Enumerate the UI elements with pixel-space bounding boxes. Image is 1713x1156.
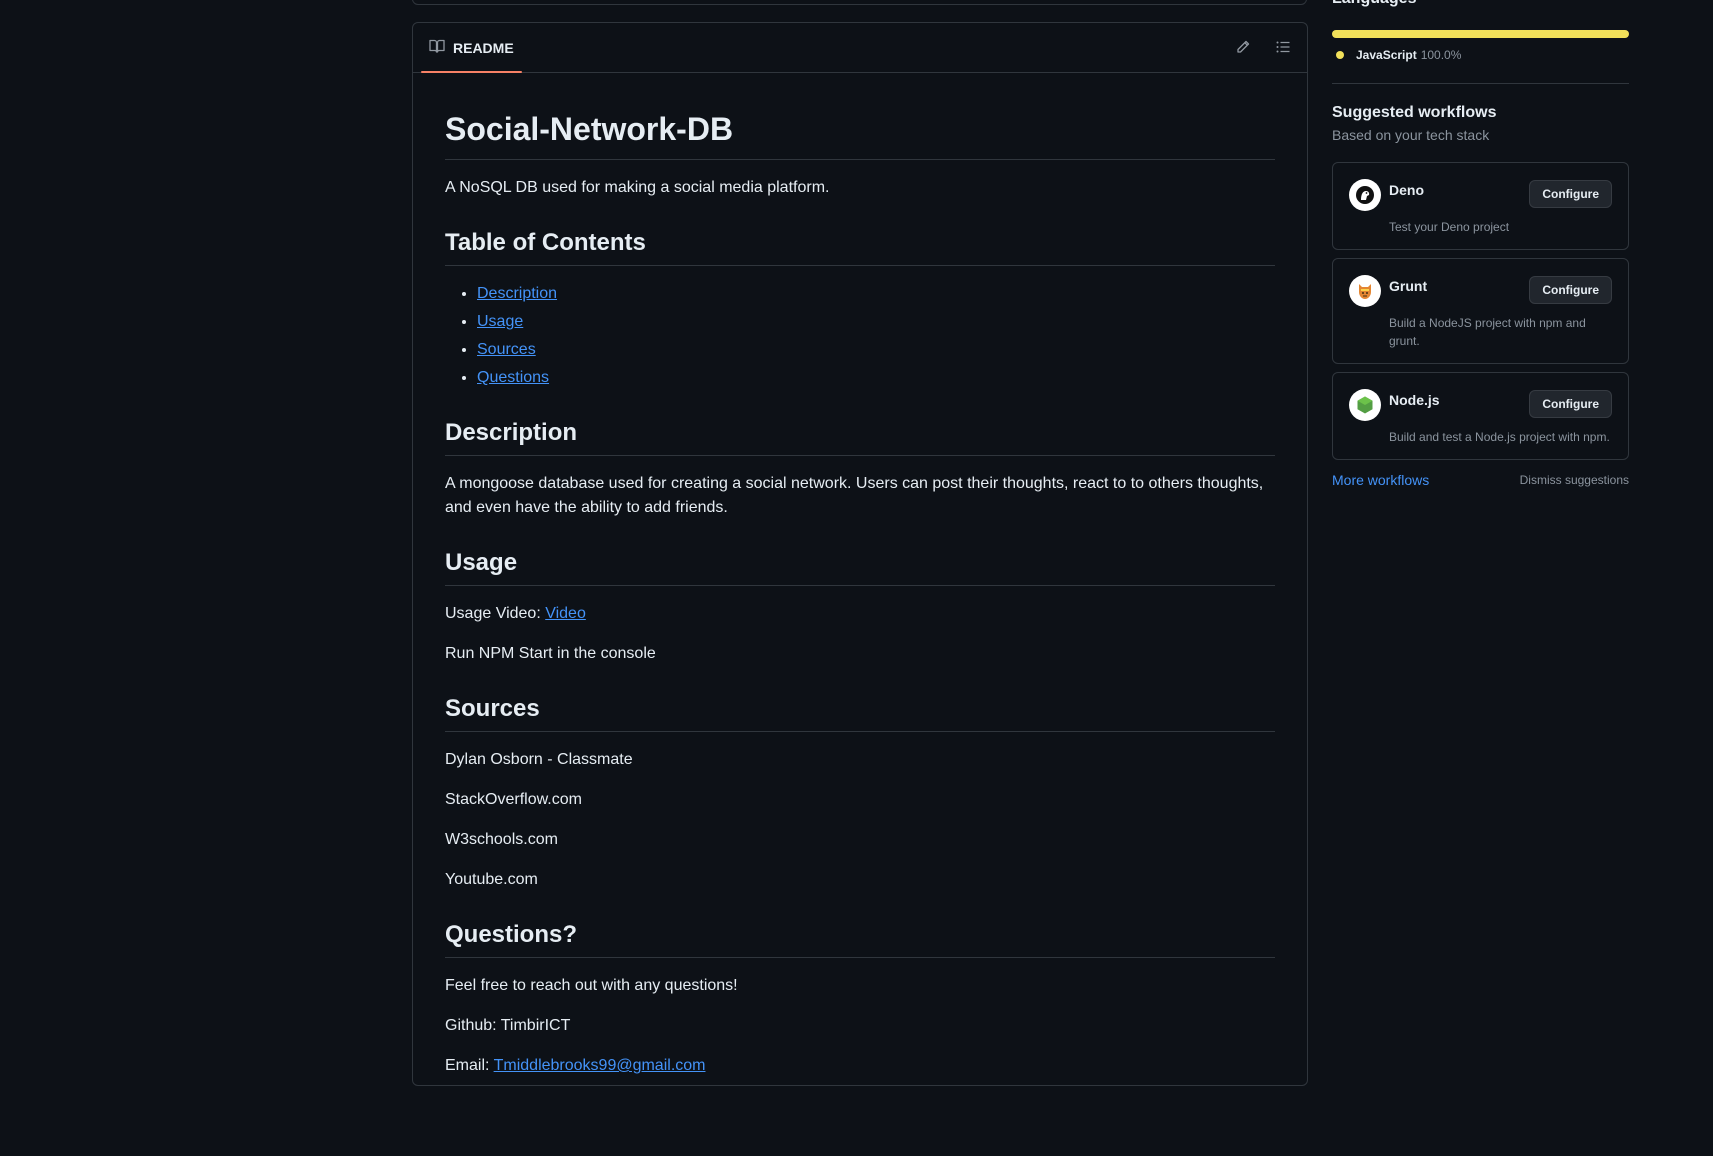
description-heading: Description [445, 418, 1275, 456]
questions-heading: Questions? [445, 920, 1275, 958]
readme-content: Social-Network-DB A NoSQL DB used for ma… [413, 109, 1307, 1078]
toc-link-usage[interactable]: Usage [477, 313, 523, 330]
source-item: Youtube.com [445, 871, 538, 888]
more-workflows-link[interactable]: More workflows [1332, 472, 1429, 488]
usage-run-text: Run NPM Start in the console [445, 645, 656, 662]
nodejs-icon [1349, 389, 1381, 421]
workflow-name: Grunt [1389, 278, 1428, 294]
javascript-bar-segment [1332, 30, 1629, 38]
usage-video-line: Usage Video: Video [445, 602, 1275, 626]
questions-text: Feel free to reach out with any question… [445, 977, 738, 994]
list-item: Questions [477, 366, 1275, 390]
pencil-icon[interactable] [1233, 37, 1253, 57]
source-item: Dylan Osborn - Classmate [445, 751, 633, 768]
book-icon [429, 38, 445, 57]
github-line: Github: TimbirICT [445, 1017, 571, 1034]
suggested-workflows-title: Suggested workflows [1332, 104, 1497, 121]
readme-panel: README Social-Network-DB A NoSQL DB used… [412, 22, 1308, 1086]
usage-heading: Usage [445, 548, 1275, 586]
readme-header: README [413, 23, 1307, 73]
workflow-description: Test your Deno project [1389, 220, 1510, 234]
readme-title: Social-Network-DB [445, 109, 1275, 160]
toc-list: Description Usage Sources Questions [445, 282, 1275, 390]
video-link[interactable]: Video [545, 605, 586, 622]
email-line: Email: Tmiddlebrooks99@gmail.com [445, 1054, 1275, 1078]
readme-tab-label: README [453, 39, 514, 56]
workflow-name: Node.js [1389, 392, 1440, 408]
usage-video-label: Usage Video: [445, 605, 546, 622]
list-item: Usage [477, 310, 1275, 334]
suggested-workflows-subtitle: Based on your tech stack [1332, 127, 1490, 143]
configure-button[interactable]: Configure [1529, 390, 1612, 418]
workflow-card-nodejs: Node.js Build and test a Node.js project… [1332, 372, 1629, 460]
source-item: W3schools.com [445, 831, 558, 848]
workflow-description: Build and test a Node.js project with np… [1389, 430, 1610, 444]
description-text: A mongoose database used for creating a … [445, 475, 1264, 516]
toc-link-questions[interactable]: Questions [477, 369, 549, 386]
readme-tab[interactable]: README [421, 23, 522, 73]
email-link[interactable]: Tmiddlebrooks99@gmail.com [494, 1057, 706, 1074]
deno-icon [1349, 179, 1381, 211]
language-percent: 100.0% [1420, 48, 1462, 62]
toc-link-sources[interactable]: Sources [477, 341, 536, 358]
workflow-name: Deno [1389, 182, 1424, 198]
sources-heading: Sources [445, 694, 1275, 732]
source-item: StackOverflow.com [445, 791, 582, 808]
language-color-dot [1336, 51, 1344, 59]
email-label: Email: [445, 1057, 494, 1074]
workflow-description: Build a NodeJS project with npm and grun… [1389, 316, 1586, 348]
readme-intro: A NoSQL DB used for making a social medi… [445, 179, 830, 196]
languages-bar [1332, 30, 1629, 38]
divider [1332, 83, 1629, 84]
list-unordered-icon[interactable] [1273, 37, 1293, 57]
list-item: Description [477, 282, 1275, 306]
languages-title: Languages [1332, 0, 1416, 8]
previous-box-edge [412, 0, 1307, 5]
workflow-card-grunt: Grunt Build a NodeJS project with npm an… [1332, 258, 1629, 364]
toc-link-description[interactable]: Description [477, 285, 557, 302]
list-item: Sources [477, 338, 1275, 362]
language-item[interactable]: JavaScript 100.0% [1336, 48, 1461, 62]
workflow-card-deno: Deno Test your Deno project Configure [1332, 162, 1629, 250]
toc-heading: Table of Contents [445, 228, 1275, 266]
language-name: JavaScript [1356, 48, 1417, 62]
dismiss-suggestions-link[interactable]: Dismiss suggestions [1520, 473, 1629, 487]
configure-button[interactable]: Configure [1529, 180, 1612, 208]
configure-button[interactable]: Configure [1529, 276, 1612, 304]
grunt-icon [1349, 275, 1381, 307]
